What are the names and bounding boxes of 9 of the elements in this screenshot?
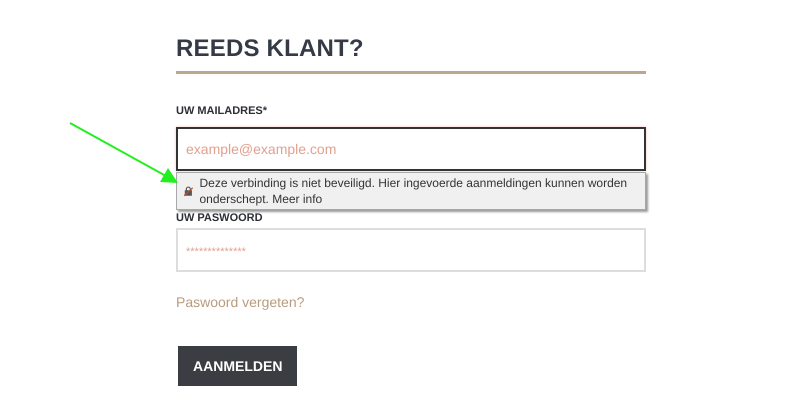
email-label: UW MAILADRES* xyxy=(176,104,268,118)
section-heading: REEDS KLANT? xyxy=(176,35,365,63)
crossed-lock-icon xyxy=(184,185,194,197)
login-button[interactable]: AANMELDEN xyxy=(178,346,298,386)
warning-text: Deze verbinding is niet beveiligd. Hier ingevoerde aanmeldingen kunnen worden onderschept. Meer info xyxy=(199,175,628,207)
email-field[interactable]: example@example.com xyxy=(176,127,646,171)
password-field[interactable]: ************** xyxy=(176,228,646,272)
more-info-link[interactable]: Meer info xyxy=(272,192,322,206)
password-label: UW PASWOORD xyxy=(176,211,264,225)
